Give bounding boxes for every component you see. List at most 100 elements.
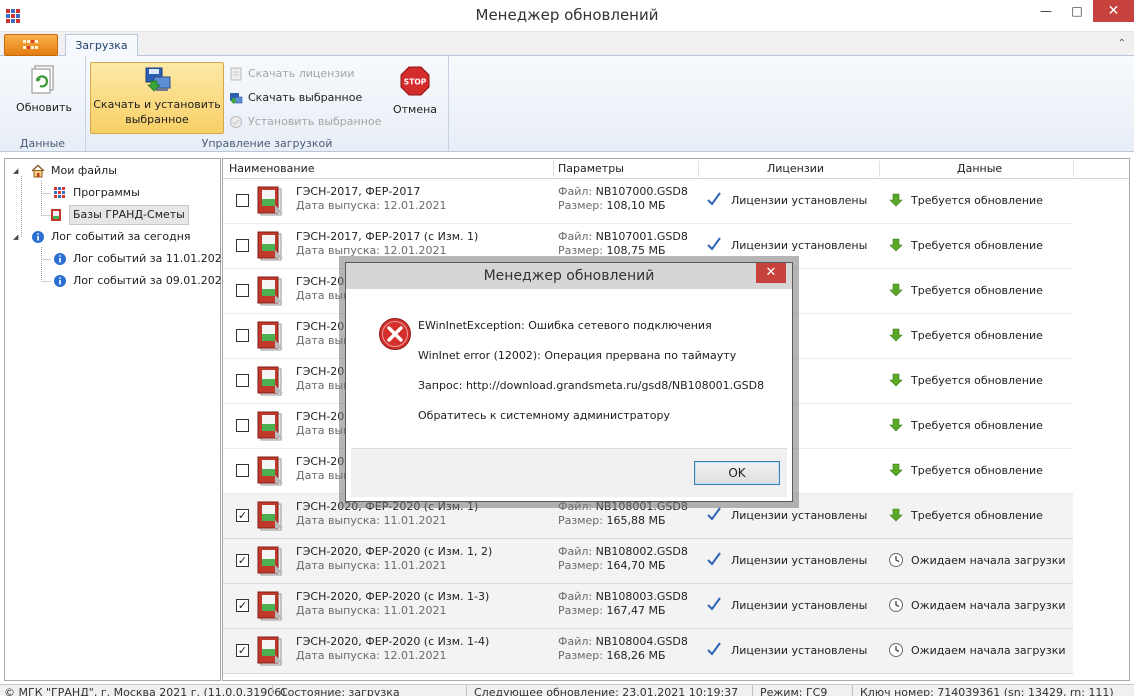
clock-icon	[889, 643, 903, 657]
ribbon-collapse-icon[interactable]: ⌃	[1118, 38, 1126, 49]
row-release-date: Дата выпуска: 12.01.2021	[296, 649, 447, 662]
info-icon	[32, 231, 44, 243]
row-data-status: Требуется обновление	[911, 284, 1043, 297]
tree-label-log-2: Лог событий за 09.01.2021	[73, 274, 229, 287]
cancel-button[interactable]: STOP Отмена	[386, 64, 444, 120]
row-file-value: NB108004.GSD8	[595, 635, 688, 648]
group-download: Скачать и установить выбранное Скачать л…	[86, 56, 449, 152]
row-name: ГЭСН-2020, ФЕР-2020 (с Изм. 1-4)	[296, 635, 490, 648]
row-checkbox[interactable]	[236, 284, 249, 297]
row-file-key: Файл:	[558, 545, 596, 558]
row-file: Файл: NB108002.GSD8	[558, 545, 688, 558]
error-message-advice: Обратитесь к системному администратору	[418, 409, 670, 422]
row-data-status: Требуется обновление	[911, 239, 1043, 252]
check-icon	[707, 597, 721, 611]
database-book-icon	[257, 456, 283, 486]
table-row[interactable]: ✓ ГЭСН-2020, ФЕР-2020 (с Изм. 1-4) Дата …	[223, 629, 1073, 674]
column-header-name[interactable]: Наименование	[229, 162, 314, 175]
download-selected-button[interactable]: Скачать выбранное	[228, 88, 362, 108]
row-file-value: NB108002.GSD8	[595, 545, 688, 558]
dialog-footer: OK	[351, 448, 787, 497]
status-state: Состояние: загрузка	[280, 686, 400, 696]
table-row[interactable]: ✓ ГЭСН-2020, ФЕР-2020 (с Изм. 1-3) Дата …	[223, 584, 1073, 629]
row-checkbox[interactable]: ✓	[236, 644, 249, 657]
table-row[interactable]: ✓ ГЭСН-2020, ФЕР-2020 (с Изм. 1, 2) Дата…	[223, 539, 1073, 584]
download-install-button[interactable]: Скачать и установить выбранное	[90, 62, 224, 134]
row-checkbox[interactable]	[236, 239, 249, 252]
row-size: Размер: 164,70 МБ	[558, 559, 666, 572]
ribbon: Обновить Данные Скачать и установить выб…	[0, 56, 1134, 152]
install-selected-button[interactable]: Установить выбранное	[228, 112, 381, 132]
row-data-status: Ожидаем начала загрузки	[911, 554, 1066, 567]
error-message-wininet: WinInet error (12002): Операция прервана…	[418, 349, 737, 362]
row-data-status: Ожидаем начала загрузки	[911, 599, 1066, 612]
column-header-licenses[interactable]: Лицензии	[767, 162, 824, 175]
grid-header: Наименование Параметры Лицензии Данные	[223, 159, 1129, 179]
group-data-label: Данные	[19, 137, 66, 150]
row-file-key: Файл:	[558, 185, 596, 198]
row-checkbox[interactable]	[236, 194, 249, 207]
arrow-down-icon	[889, 193, 903, 207]
row-data-status: Требуется обновление	[911, 329, 1043, 342]
row-checkbox[interactable]: ✓	[236, 509, 249, 522]
row-checkbox[interactable]	[236, 464, 249, 477]
download-licenses-button[interactable]: Скачать лицензии	[228, 64, 354, 84]
collapse-my-files-icon[interactable]: ◢	[13, 167, 21, 175]
row-checkbox[interactable]	[236, 374, 249, 387]
row-license-status: Лицензии установлены	[731, 599, 868, 612]
row-name: ГЭСН-201	[296, 410, 352, 423]
row-checkbox[interactable]	[236, 329, 249, 342]
column-header-params[interactable]: Параметры	[558, 162, 624, 175]
row-checkbox[interactable]: ✓	[236, 599, 249, 612]
refresh-icon	[31, 65, 54, 94]
row-name: ГЭСН-2017, ФЕР-2017	[296, 185, 421, 198]
group-data: Обновить Данные	[0, 56, 86, 152]
row-data-status: Ожидаем начала загрузки	[911, 644, 1066, 657]
row-license-status: Лицензии установлены	[731, 554, 868, 567]
collapse-event-log-icon[interactable]: ◢	[13, 233, 21, 241]
download-install-label-line1: Скачать и установить	[93, 98, 221, 111]
arrow-down-icon	[889, 283, 903, 297]
dialog-title: Менеджер обновлений	[483, 268, 655, 284]
row-license-status: Лицензии установлены	[731, 509, 868, 522]
database-book-icon	[257, 186, 283, 216]
row-license-status: Лицензии установлены	[731, 644, 868, 657]
cancel-label: Отмена	[392, 103, 438, 116]
row-name: ГЭСН-202	[296, 455, 352, 468]
dialog-close-button[interactable]: ✕	[756, 263, 786, 283]
app-menu-button[interactable]	[4, 34, 58, 56]
row-file-value: NB107001.GSD8	[595, 230, 688, 243]
row-size-value: 168,26 МБ	[606, 649, 666, 662]
row-file-key: Файл:	[558, 635, 596, 648]
row-name: ГЭСН-2020, ФЕР-2020 (с Изм. 1-3)	[296, 590, 490, 603]
tree-label-log-1: Лог событий за 11.01.2021	[73, 252, 229, 265]
group-download-label: Управление загрузкой	[201, 137, 333, 150]
error-dialog: Менеджер обновлений ✕ EWinInetException:…	[345, 262, 793, 502]
check-icon	[707, 192, 721, 206]
database-book-icon	[257, 231, 283, 261]
minimize-button[interactable]: —	[1031, 0, 1061, 22]
refresh-button[interactable]: Обновить	[9, 64, 79, 120]
column-header-data[interactable]: Данные	[957, 162, 1002, 175]
row-size-key: Размер:	[558, 514, 607, 527]
ok-button[interactable]: OK	[694, 461, 780, 485]
database-book-icon	[257, 591, 283, 621]
row-file: Файл: NB108003.GSD8	[558, 590, 688, 603]
close-button[interactable]: ✕	[1093, 0, 1134, 22]
row-release-date: Дата выпуска: 12.01.2021	[296, 244, 447, 257]
row-size-value: 108,10 МБ	[606, 199, 666, 212]
row-file: Файл: NB108004.GSD8	[558, 635, 688, 648]
tab-download[interactable]: Загрузка	[65, 34, 138, 57]
row-name: ГЭСН-2017, ФЕР-2017 (с Изм. 1)	[296, 230, 479, 243]
maximize-button[interactable]: □	[1062, 0, 1092, 22]
row-size: Размер: 168,26 МБ	[558, 649, 666, 662]
status-key: Ключ номер: 714039361 (sn: 13429, rn: 11…	[860, 686, 1114, 696]
table-row[interactable]: ГЭСН-2017, ФЕР-2017 Дата выпуска: 12.01.…	[223, 179, 1073, 224]
check-icon	[707, 552, 721, 566]
clock-icon	[889, 598, 903, 612]
database-book-icon	[51, 209, 61, 221]
download-selected-icon	[230, 93, 243, 104]
row-checkbox[interactable]	[236, 419, 249, 432]
row-checkbox[interactable]: ✓	[236, 554, 249, 567]
row-data-status: Требуется обновление	[911, 419, 1043, 432]
